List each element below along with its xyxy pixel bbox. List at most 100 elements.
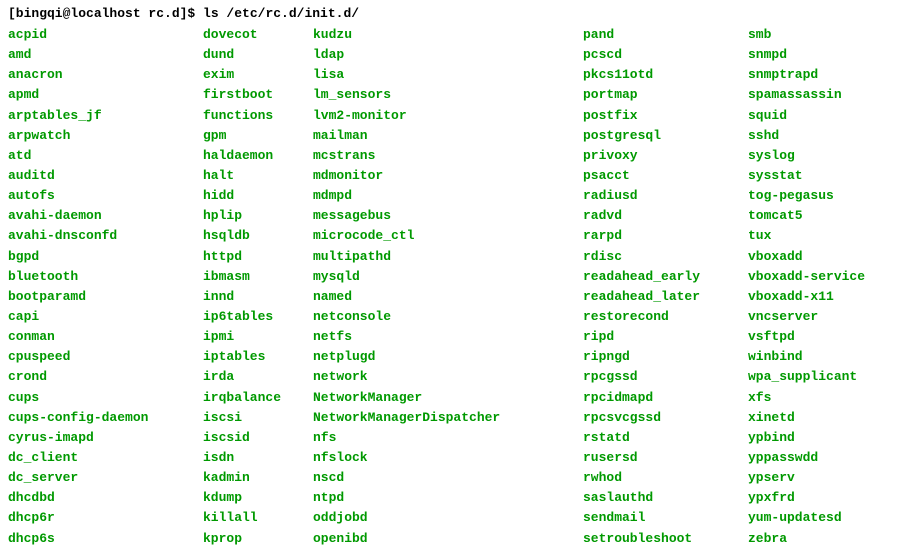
list-cell: cups-config-daemon	[8, 408, 203, 428]
list-cell: xinetd	[748, 408, 908, 428]
service-entry: firstboot	[203, 87, 273, 102]
list-cell: tux	[748, 226, 908, 246]
service-entry: saslauthd	[583, 490, 653, 505]
service-entry: pand	[583, 27, 614, 42]
service-entry: mdmpd	[313, 188, 352, 203]
list-cell: radiusd	[583, 186, 748, 206]
list-cell: yppasswdd	[748, 448, 908, 468]
terminal-prompt: [bingqi@localhost rc.d]$ ls /etc/rc.d/in…	[8, 6, 906, 21]
list-row: arpwatchgpmmailmanpostgresqlsshd	[8, 126, 906, 146]
list-cell: winbind	[748, 347, 908, 367]
service-entry: pcscd	[583, 47, 622, 62]
list-cell: restorecond	[583, 307, 748, 327]
list-cell: dhcp6r	[8, 508, 203, 528]
service-entry: snmptrapd	[748, 67, 818, 82]
list-row: bluetoothibmasmmysqldreadahead_earlyvbox…	[8, 267, 906, 287]
service-entry: nfslock	[313, 450, 368, 465]
list-cell: halt	[203, 166, 313, 186]
service-entry: ypbind	[748, 430, 795, 445]
service-entry: atd	[8, 148, 31, 163]
service-entry: gpm	[203, 128, 226, 143]
list-cell: auditd	[8, 166, 203, 186]
service-entry: arpwatch	[8, 128, 70, 143]
service-entry: isdn	[203, 450, 234, 465]
service-entry: amd	[8, 47, 31, 62]
list-cell: mcstrans	[313, 146, 583, 166]
list-cell: microcode_ctl	[313, 226, 583, 246]
list-cell: hsqldb	[203, 226, 313, 246]
service-entry: rpcsvcgssd	[583, 410, 661, 425]
list-cell: vsftpd	[748, 327, 908, 347]
service-entry: irqbalance	[203, 390, 281, 405]
service-entry: avahi-dnsconfd	[8, 228, 117, 243]
list-row: capiip6tablesnetconsolerestorecondvncser…	[8, 307, 906, 327]
list-cell: nfslock	[313, 448, 583, 468]
service-entry: snmpd	[748, 47, 787, 62]
service-entry: tomcat5	[748, 208, 803, 223]
list-cell: lvm2-monitor	[313, 106, 583, 126]
list-cell: bgpd	[8, 247, 203, 267]
list-row: avahi-dnsconfd hsqldbmicrocode_ctl rarpd tu…	[8, 226, 906, 246]
service-entry: tux	[748, 228, 771, 243]
list-row: atdhaldaemonmcstransprivoxysyslog	[8, 146, 906, 166]
list-cell: postgresql	[583, 126, 748, 146]
service-entry: setroubleshoot	[583, 531, 692, 546]
service-entry: ripd	[583, 329, 614, 344]
list-cell: anacron	[8, 65, 203, 85]
list-cell: kadmin	[203, 468, 313, 488]
service-entry: tog-pegasus	[748, 188, 834, 203]
service-entry: smb	[748, 27, 771, 42]
list-cell: rwhod	[583, 468, 748, 488]
list-row: cyrus-imapdiscsidnfsrstatdypbind	[8, 428, 906, 448]
list-cell: nfs	[313, 428, 583, 448]
list-cell: kdump	[203, 488, 313, 508]
service-entry: psacct	[583, 168, 630, 183]
service-entry: vboxadd	[748, 249, 803, 264]
service-entry: NetworkManagerDispatcher	[313, 410, 500, 425]
list-cell: cyrus-imapd	[8, 428, 203, 448]
service-entry: dund	[203, 47, 234, 62]
service-entry: network	[313, 369, 368, 384]
list-cell: readahead_later	[583, 287, 748, 307]
service-entry: dc_client	[8, 450, 78, 465]
service-entry: openibd	[313, 531, 368, 546]
service-entry: innd	[203, 289, 234, 304]
service-entry: lisa	[313, 67, 344, 82]
list-cell: portmap	[583, 85, 748, 105]
service-entry: rarpd	[583, 228, 622, 243]
service-entry: vncserver	[748, 309, 818, 324]
list-cell: saslauthd	[583, 488, 748, 508]
service-entry: squid	[748, 108, 787, 123]
list-cell: arpwatch	[8, 126, 203, 146]
list-cell: pkcs11otd	[583, 65, 748, 85]
list-cell: NetworkManager	[313, 388, 583, 408]
list-cell: sysstat	[748, 166, 908, 186]
list-cell: tog-pegasus	[748, 186, 908, 206]
service-entry: messagebus	[313, 208, 391, 223]
service-entry: cups-config-daemon	[8, 410, 148, 425]
list-cell: oddjobd	[313, 508, 583, 528]
service-entry: yum-updatesd	[748, 510, 842, 525]
service-entry: mysqld	[313, 269, 360, 284]
list-cell: snmpd	[748, 45, 908, 65]
service-entry: readahead_early	[583, 269, 700, 284]
list-cell: cpuspeed	[8, 347, 203, 367]
service-entry: iscsid	[203, 430, 250, 445]
service-entry: mcstrans	[313, 148, 375, 163]
service-entry: rpcidmapd	[583, 390, 653, 405]
list-row: acpiddovecotkudzupandsmb	[8, 25, 906, 45]
list-cell: sendmail	[583, 508, 748, 528]
list-cell: ripngd	[583, 347, 748, 367]
service-entry: apmd	[8, 87, 39, 102]
list-cell: lm_sensors	[313, 85, 583, 105]
service-entry: postgresql	[583, 128, 661, 143]
service-entry: avahi-daemon	[8, 208, 102, 223]
list-cell: rpcidmapd	[583, 388, 748, 408]
service-entry: portmap	[583, 87, 638, 102]
service-entry: microcode_ctl	[313, 228, 414, 243]
list-cell: vncserver	[748, 307, 908, 327]
list-cell: iscsi	[203, 408, 313, 428]
service-entry: winbind	[748, 349, 803, 364]
service-entry: ntpd	[313, 490, 344, 505]
list-row: dhcdbdkdumpntpdsaslauthdypxfrd	[8, 488, 906, 508]
